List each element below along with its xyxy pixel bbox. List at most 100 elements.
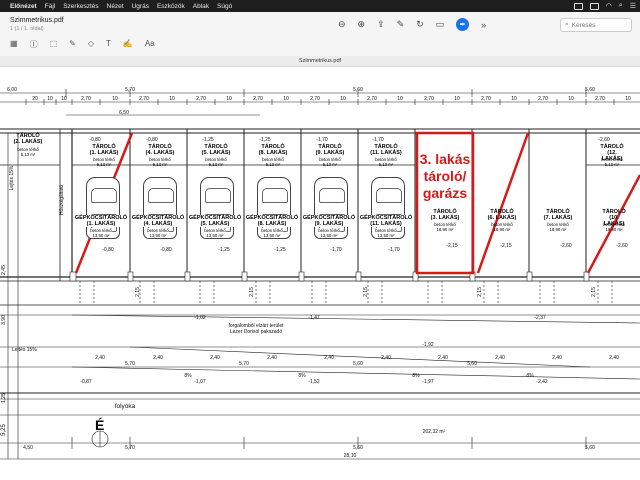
dim-row-2: 10 (61, 96, 67, 102)
mid-elev-4: -2,37 (534, 315, 546, 321)
row-total-2: 5,70 (239, 361, 249, 367)
dim-row-12: 10 (340, 96, 346, 102)
menu-app[interactable]: Előnézet (10, 3, 37, 10)
menu-edit[interactable]: Szerkesztés (63, 3, 98, 10)
big-unit-10-elev: -2,60 (616, 243, 628, 249)
garage-11-title: GÉPKOCSITÁROLÓ (11. LAKÁS) (359, 215, 413, 227)
dim-row-5: 2,70 (139, 96, 149, 102)
hoszolgaltato-label: Hőszolgáltató (59, 184, 65, 216)
area-label: 202,32 m² (422, 429, 446, 435)
left-dim-3: 1,25 (1, 393, 7, 403)
text-select-icon[interactable]: Ⓘ (30, 39, 38, 50)
rect-select-icon[interactable]: ⬚ (50, 39, 58, 50)
menu-help[interactable]: Súgó (217, 3, 232, 10)
left-tools: ▦ Ⓘ ⬚ ✎ ◇ T ✍ Aa (10, 39, 155, 50)
dim-560b: 5,60 (585, 87, 595, 93)
zoom-out-icon[interactable]: ⊖ (338, 19, 346, 30)
dim-row-11: 2,70 (310, 96, 320, 102)
dim-row-21: 2,70 (595, 96, 605, 102)
search-placeholder: Keresés (571, 21, 596, 29)
page-info: 1 (1 / 1. oldal) (10, 26, 44, 32)
document-tab[interactable]: Szimmetrikus.pdf (0, 56, 640, 67)
garage-8-title: GÉPKOCSITÁROLÓ (8. LAKÁS) (245, 215, 299, 227)
zoom-in-icon[interactable]: ⊕ (358, 19, 366, 30)
sidebar-icon[interactable]: ▦ (10, 39, 18, 50)
dim-600: 6,00 (7, 87, 17, 93)
side-215-5: 2,15 (591, 287, 597, 297)
drawing-canvas: 6,00 5,70 5,60 5,60 6,50 20 10 10 2,70 1… (0, 67, 640, 480)
unit-12-sub: beton térkő 5,13 m² (601, 157, 623, 167)
unit-1-elev: -0,80 (89, 137, 101, 143)
row-dim-8: 2,40 (495, 355, 505, 361)
bottom-dim-2: 5,70 (125, 445, 135, 451)
garage-8-sub: beton térkő 13,50 m² (261, 228, 283, 238)
mid-elev-3: -1,92 (422, 342, 434, 348)
control-center-icon[interactable]: ☰ (630, 2, 636, 10)
garage-4-title: GÉPKOCSITÁROLÓ (4. LAKÁS) (131, 215, 185, 227)
garage-1-sub: beton térkő 13,50 m² (90, 228, 112, 238)
markup-icon[interactable]: ✎ (397, 19, 405, 30)
search-input[interactable]: ⌕ Keresés (560, 18, 632, 32)
row-dim-10: 2,40 (609, 355, 619, 361)
highlight-icon[interactable]: ▭ (436, 19, 445, 30)
bottom-dim-1: 4,50 (23, 445, 33, 451)
traffic-note: forgalomból elzárt terület Lezer Dorisol… (228, 323, 284, 335)
menu-view[interactable]: Nézet (107, 3, 124, 10)
unit-9-sub: beton térkő 5,13 m² (319, 157, 341, 167)
unit-1-title: TÁROLÓ (1. LAKÁS) (89, 144, 119, 156)
search-icon[interactable]: ⌕ (619, 2, 623, 10)
dim-row-15: 2,70 (424, 96, 434, 102)
sign-icon[interactable]: ✍ (123, 39, 133, 50)
big-unit-3-elev: -2,15 (446, 243, 458, 249)
big-unit-6-elev: -2,15 (500, 243, 512, 249)
left-dim-2: 3,90 (1, 315, 7, 325)
dim-row-18: 10 (511, 96, 517, 102)
right-tools: ⊖ ⊕ ⇪ ✎ ↻ ▭ ✒ » (338, 18, 486, 31)
unit-2-sub: beton térkő 5,13 m² (17, 147, 39, 157)
big-unit-6-sub: beton térkő 18,90 m² (491, 222, 513, 232)
red-slash-2 (476, 132, 530, 274)
unit-1-sub: beton térkő 5,13 m² (93, 157, 115, 167)
more-icon[interactable]: » (481, 20, 486, 30)
garage-4-sub: beton térkő 13,50 m² (147, 228, 169, 238)
unit-5-sub: beton térkő 5,13 m² (205, 157, 227, 167)
dim-570: 5,70 (125, 87, 135, 93)
row-dim-5: 2,40 (324, 355, 334, 361)
unit-4-title: TÁROLÓ (4. LAKÁS) (145, 144, 175, 156)
rotate-icon[interactable]: ↻ (416, 19, 424, 30)
mid-elev-1: -1,02 (194, 315, 206, 321)
big-unit-6-title: TÁROLÓ (6. LAKÁS) (487, 209, 517, 221)
dim-row-8: 10 (226, 96, 232, 102)
bottom-total: 28,10 (343, 453, 357, 459)
garage-5-elev: -1,25 (218, 247, 230, 253)
sketch-icon[interactable]: ✎ (69, 39, 76, 50)
menu-tools[interactable]: Eszközök (157, 3, 185, 10)
window-toolbar: Szimmetrikus.pdf 1 (1 / 1. oldal) ▦ Ⓘ ⬚ … (0, 12, 640, 57)
markup-toolbar-icon[interactable]: ✒ (456, 18, 470, 31)
garage-11-elev: -1,70 (388, 247, 400, 253)
dim-row-14: 10 (397, 96, 403, 102)
shapes-icon[interactable]: ◇ (88, 39, 94, 50)
share-icon[interactable]: ⇪ (377, 19, 385, 30)
row-dim-4: 2,40 (267, 355, 277, 361)
dim-row-9: 2,70 (253, 96, 263, 102)
wifi-icon[interactable]: ◠ (606, 2, 612, 10)
text-box-icon[interactable]: T (106, 39, 111, 50)
unit-4-sub: beton térkő 5,13 m² (149, 157, 171, 167)
menu-go[interactable]: Ugrás (132, 3, 149, 10)
bottom-elev-4: -1,97 (422, 379, 434, 385)
font-icon[interactable]: Aa (145, 39, 155, 50)
dim-row-22: 10 (625, 96, 631, 102)
unit-title-2: TÁROLÓ (2. LAKÁS) (14, 133, 43, 145)
menu-file[interactable]: Fájl (45, 3, 55, 10)
bottom-elev-2: -1,07 (194, 379, 206, 385)
garage-9-title: GÉPKOCSITÁROLÓ (9. LAKÁS) (302, 215, 356, 227)
row-dim-9: 2,40 (552, 355, 562, 361)
menu-bar: Előnézet Fájl Szerkesztés Nézet Ugrás Es… (0, 0, 640, 12)
row-total-3: 5,60 (353, 361, 363, 367)
unit-8-sub: beton térkő 5,13 m² (262, 157, 284, 167)
menu-window[interactable]: Ablak (193, 3, 209, 10)
unit-4-elev: -0,80 (146, 137, 158, 143)
status-icon[interactable] (573, 2, 583, 10)
battery-icon[interactable] (589, 2, 599, 10)
